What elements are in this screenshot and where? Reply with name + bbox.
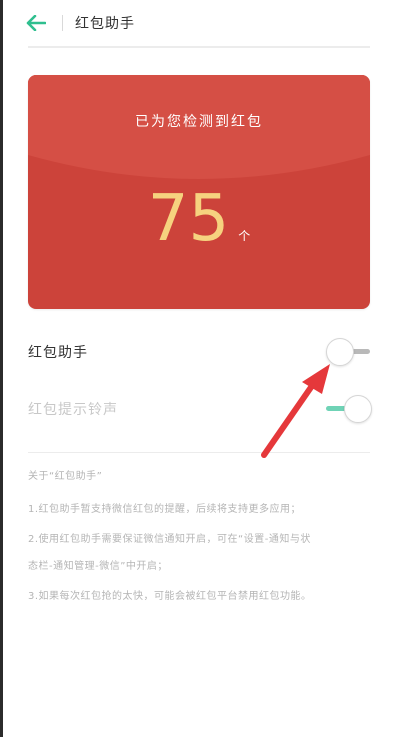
back-button[interactable] (20, 7, 52, 39)
about-line-2: 2.使用红包助手需要保证微信通知开启，可在“设置-通知与状 (28, 534, 311, 545)
about-title: 关于“红包助手” (28, 471, 103, 482)
about-section: 关于“红包助手” 1.红包助手暂支持微信红包的提醒，后续将支持更多应用； 2.使… (28, 470, 373, 604)
toggle-knob (344, 395, 372, 423)
packet-count-unit: 个 (238, 229, 251, 243)
header-divider (28, 46, 370, 48)
about-line-1: 1.红包助手暂支持微信红包的提醒，后续将支持更多应用； (28, 504, 302, 515)
red-packet-card: 已为您检测到红包 75 个 (28, 75, 370, 309)
about-line-4: 3.如果每次红包抢的太快，可能会被红包平台禁用红包功能。 (28, 591, 312, 602)
about-line-3: 态栏-通知管理-微信”中开启； (28, 561, 168, 572)
detected-caption: 已为您检测到红包 (135, 114, 263, 130)
packet-count: 75 个 (28, 187, 370, 251)
left-edge-bar (0, 0, 3, 737)
packet-count-number: 75 (147, 182, 230, 256)
red-arrow-icon (261, 364, 330, 458)
app-header: 红包助手 (20, 0, 376, 46)
page-title: 红包助手 (75, 16, 135, 32)
setting-label: 红包提示铃声 (28, 402, 118, 418)
arrow-left-icon (26, 15, 46, 31)
setting-label: 红包助手 (28, 345, 88, 361)
header-separator (62, 15, 63, 31)
